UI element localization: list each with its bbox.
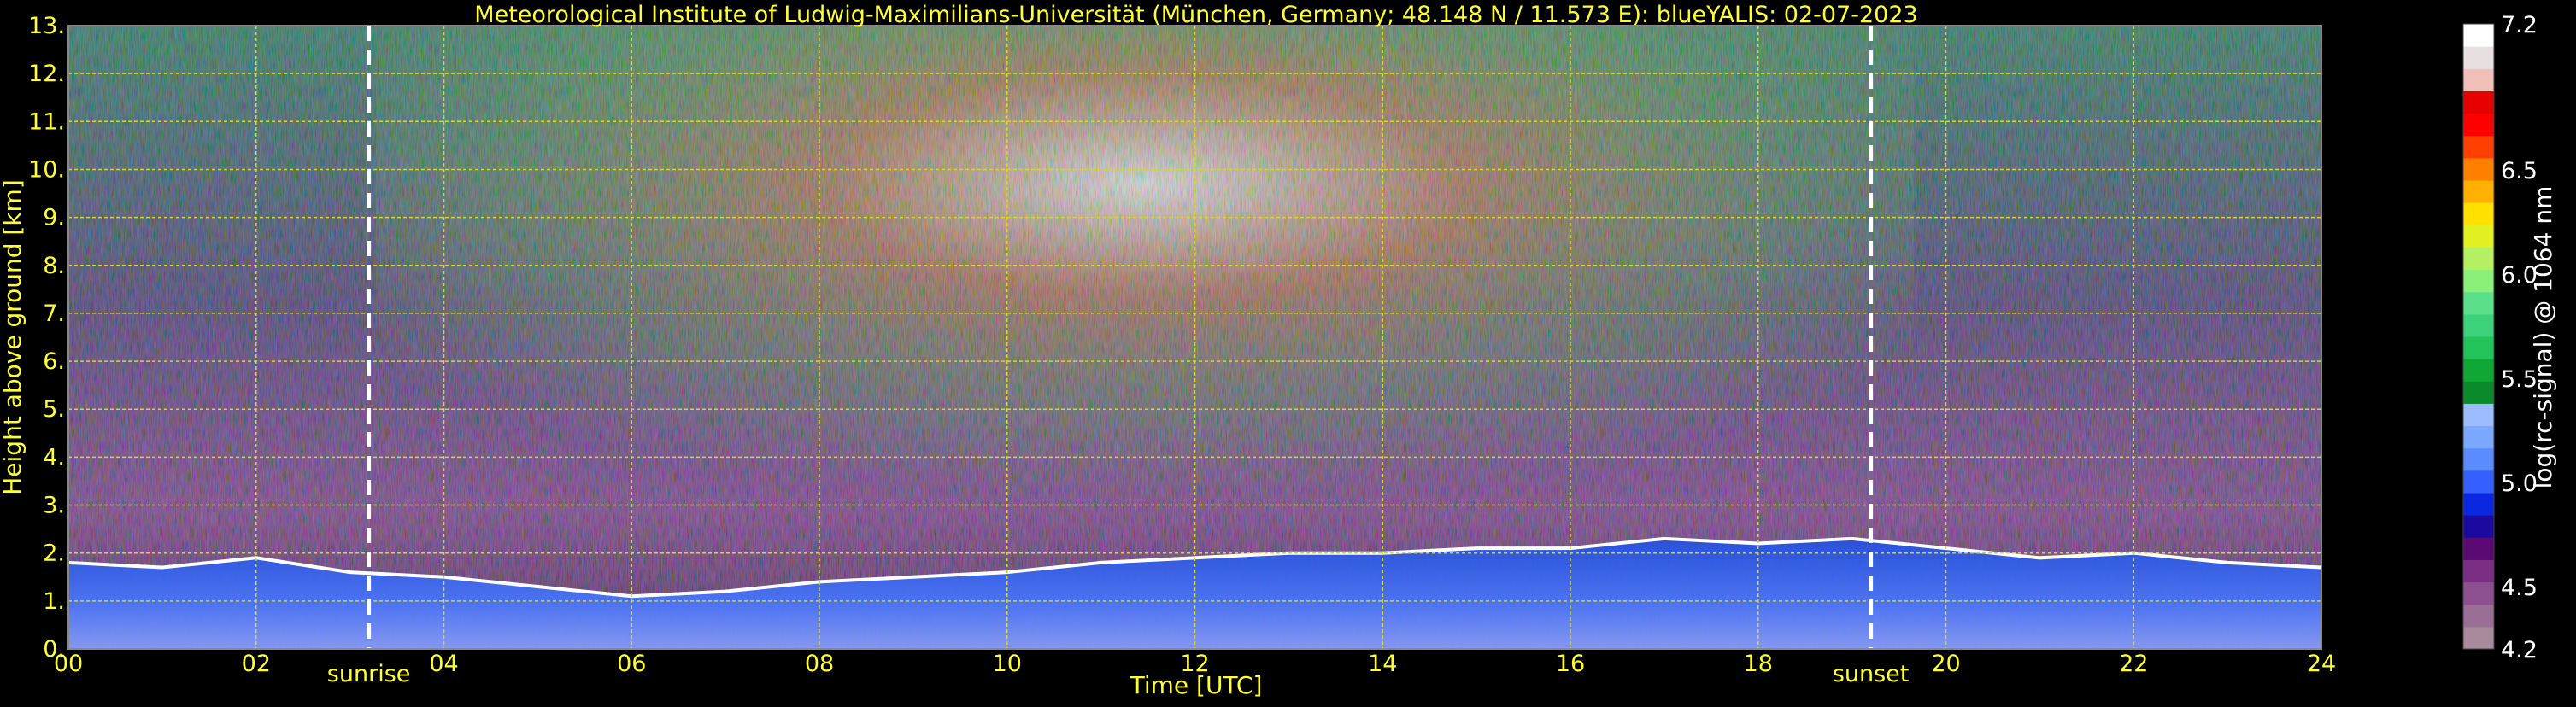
colorbar-segment — [2463, 515, 2494, 538]
x-tick-label: 10 — [993, 651, 1022, 677]
colorbar-segment — [2463, 313, 2494, 337]
colorbar-segment — [2463, 202, 2494, 225]
colorbar-tick-label: 7.2 — [2501, 12, 2538, 38]
chart-title: Meteorological Institute of Ludwig-Maxim… — [474, 2, 1917, 28]
y-tick-label: 7. — [43, 301, 65, 327]
x-tick-label: 16 — [1556, 651, 1585, 677]
y-tick-label: 12. — [28, 61, 65, 87]
x-tick-label: 20 — [1931, 651, 1960, 677]
colorbar-segment — [2463, 470, 2494, 494]
colorbar-segment — [2463, 247, 2494, 271]
x-tick-label: 24 — [2307, 651, 2336, 677]
colorbar-segment — [2463, 493, 2494, 516]
y-tick-label: 13. — [28, 13, 65, 39]
colorbar-label: log(rc-signal) @ 1064 nm — [2529, 186, 2557, 489]
colorbar-segment — [2463, 336, 2494, 359]
y-tick-label: 0. — [43, 636, 65, 663]
colorbar-segment — [2463, 180, 2494, 203]
y-tick-label: 9. — [43, 205, 65, 231]
x-tick-label: 06 — [617, 651, 646, 677]
colorbar-segment — [2463, 157, 2494, 181]
colorbar-segment — [2463, 604, 2494, 628]
y-tick-label: 8. — [43, 253, 65, 279]
colorbar-segment — [2463, 91, 2494, 114]
colorbar-segment — [2463, 46, 2494, 69]
x-tick-label: 14 — [1368, 651, 1397, 677]
x-tick-label: 18 — [1744, 651, 1773, 677]
colorbar-segment — [2463, 291, 2494, 315]
colorbar-tick-label: 4.5 — [2501, 575, 2538, 601]
colorbar-segment — [2463, 225, 2494, 248]
y-axis-label: Height above ground [km] — [0, 179, 26, 495]
x-tick-label: 08 — [805, 651, 834, 677]
y-tick-label: 10. — [28, 156, 65, 183]
colorbar-tick-label: 6.5 — [2501, 158, 2538, 184]
y-tick-label: 5. — [43, 396, 65, 423]
chart-container: sunrise sunset 00 02 04 06 08 10 12 14 16 18 20 22 24… — [0, 0, 2576, 704]
colorbar-segment — [2463, 425, 2494, 449]
colorbar-segment — [2463, 269, 2494, 293]
y-tick-label: 1. — [43, 588, 65, 615]
x-tick-label: 04 — [429, 651, 458, 677]
y-tick-label: 3. — [43, 493, 65, 519]
sunset-label: sunset — [1833, 661, 1910, 687]
colorbar — [2462, 23, 2495, 650]
sunrise-label: sunrise — [327, 661, 411, 687]
colorbar-segment — [2463, 559, 2494, 583]
colorbar-segment — [2463, 135, 2494, 159]
colorbar-segment — [2463, 113, 2494, 137]
x-axis-label: Time [UTC] — [1130, 671, 1263, 699]
y-tick-label: 11. — [28, 108, 65, 135]
x-tick-label: 02 — [242, 651, 271, 677]
colorbar-segment — [2463, 68, 2494, 91]
y-axis-ticks: 0. 1. 2. 3. 4. 5. 6. 7. 8. 9. 10. 11. 12. 13. — [28, 13, 65, 663]
y-tick-label: 4. — [43, 444, 65, 470]
colorbar-tick-label: 4.2 — [2501, 637, 2538, 663]
colorbar-segment — [2463, 403, 2494, 427]
colorbar-segment — [2463, 359, 2494, 382]
y-tick-label: 2. — [43, 540, 65, 567]
colorbar-segment — [2463, 24, 2494, 47]
lidar-chart: sunrise sunset 00 02 04 06 08 10 12 14 16 18 20 22 24… — [0, 2, 2557, 699]
colorbar-segment — [2463, 626, 2494, 650]
x-tick-label: 22 — [2119, 651, 2148, 677]
y-tick-label: 6. — [43, 348, 65, 375]
colorbar-segment — [2463, 447, 2494, 471]
colorbar-segment — [2463, 381, 2494, 404]
colorbar-segment — [2463, 581, 2494, 605]
colorbar-segment — [2463, 537, 2494, 560]
